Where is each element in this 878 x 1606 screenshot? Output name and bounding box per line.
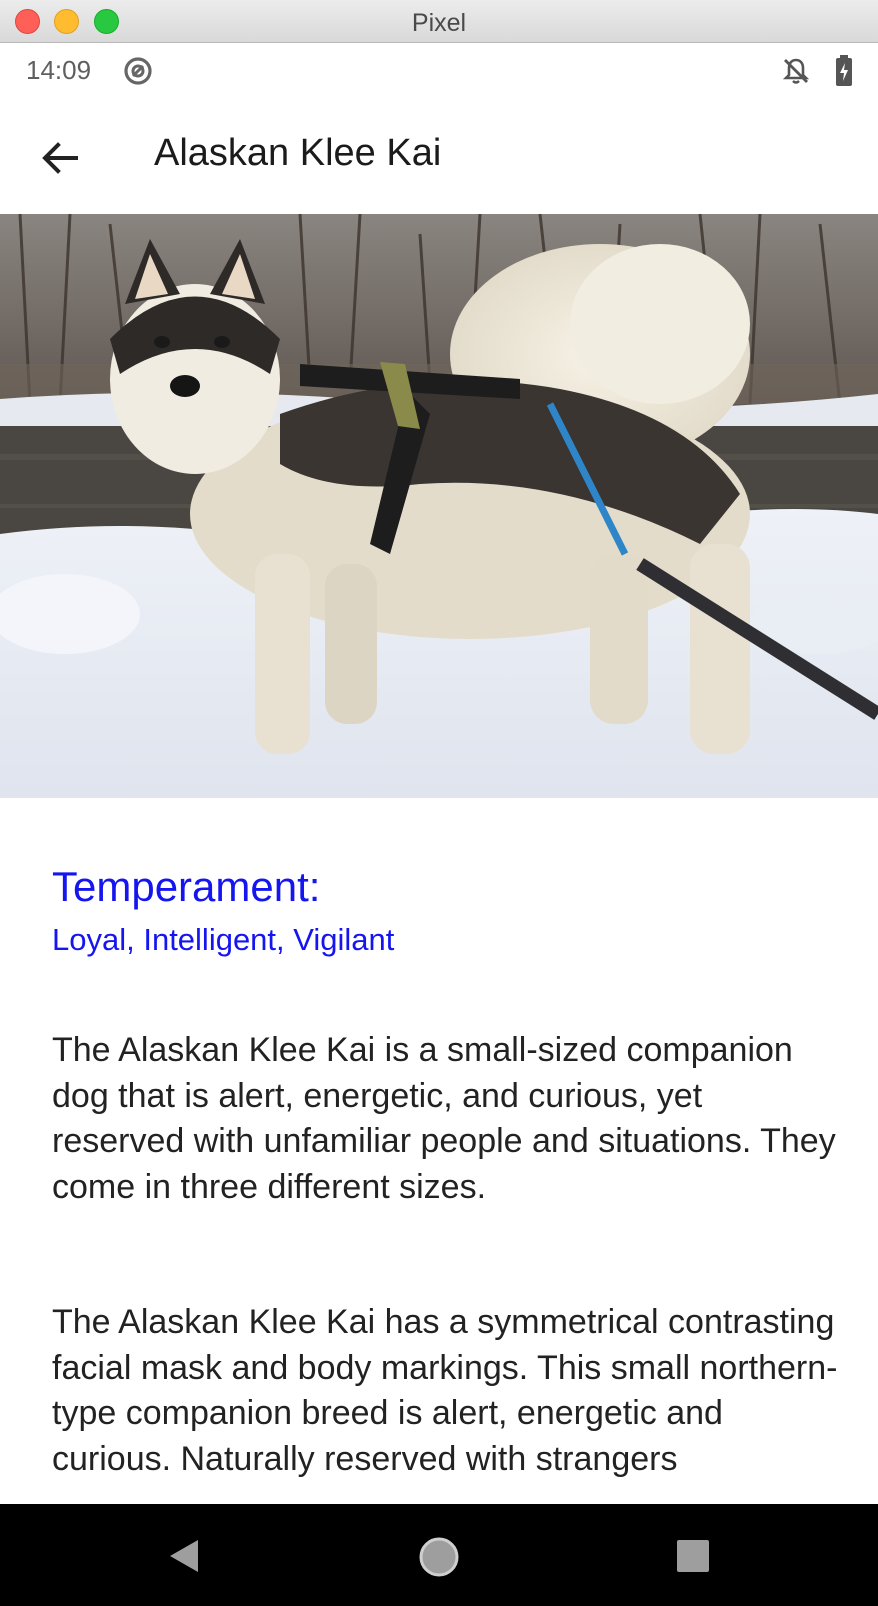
- dog-photo: [0, 214, 878, 798]
- window-titlebar: Pixel: [0, 0, 878, 43]
- description-paragraph-1: The Alaskan Klee Kai is a small-sized co…: [52, 1031, 836, 1206]
- temperament-heading: Temperament:: [52, 863, 321, 910]
- nav-recent-icon[interactable]: [676, 1539, 710, 1573]
- app-bar: Alaskan Klee Kai: [0, 99, 878, 214]
- navigation-bar: [0, 1504, 878, 1606]
- status-clock: 14:09: [26, 55, 92, 85]
- sync-icon: [124, 57, 152, 85]
- bell-off-icon: [782, 58, 810, 84]
- arrow-left-icon[interactable]: [36, 133, 86, 183]
- nav-back-icon[interactable]: [164, 1536, 204, 1576]
- temperament-values: Loyal, Intelligent, Vigilant: [52, 922, 395, 957]
- status-bar: 14:09: [0, 43, 878, 99]
- battery-icon: [836, 55, 852, 86]
- window-title: Pixel: [411, 9, 467, 37]
- dog-photo-illustration: [0, 214, 878, 798]
- breed-details: Temperament: Loyal, Intelligent, Vigilan…: [0, 798, 878, 1504]
- page-title: Alaskan Klee Kai: [154, 132, 442, 174]
- nav-home-icon[interactable]: [417, 1535, 461, 1579]
- description-paragraph-2: The Alaskan Klee Kai has a symmetrical c…: [52, 1303, 838, 1478]
